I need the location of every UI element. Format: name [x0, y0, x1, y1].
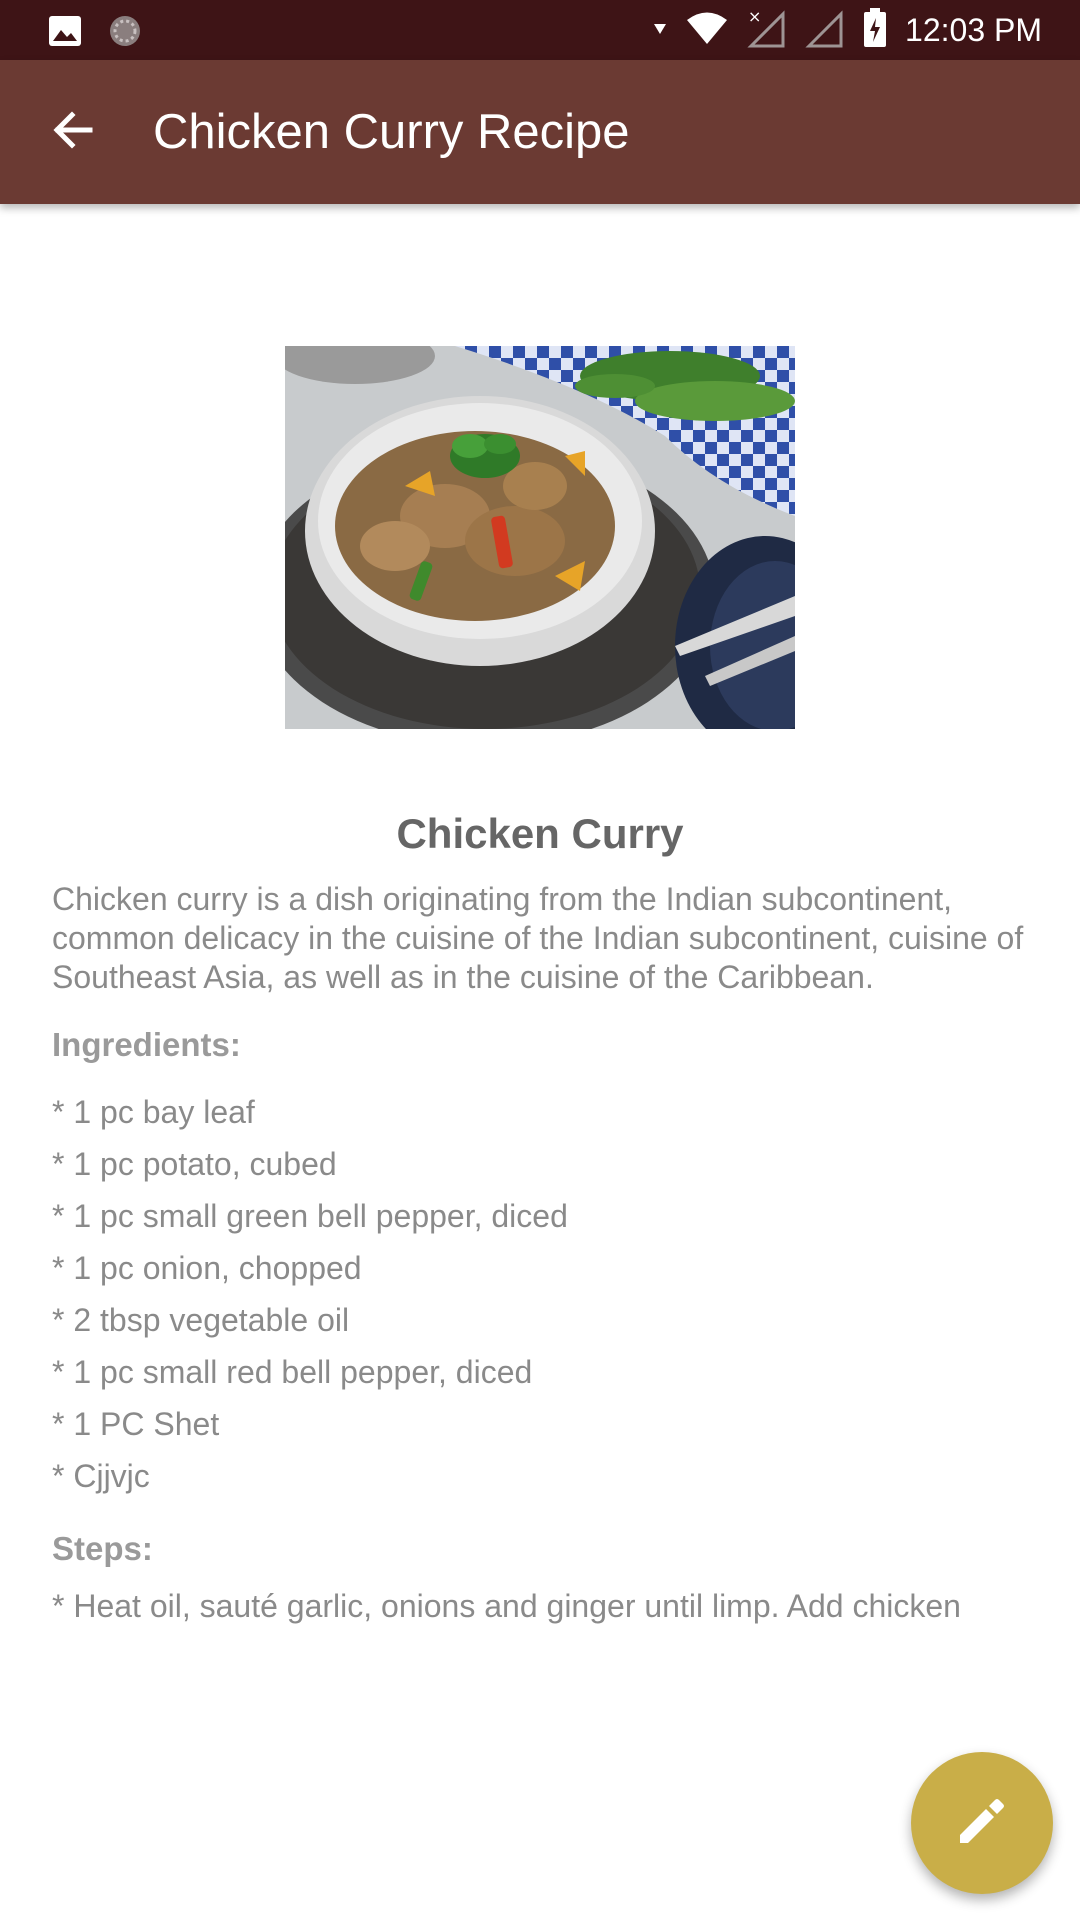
signal-icon: ×	[747, 7, 787, 53]
image-notification-icon	[48, 15, 82, 52]
list-item: * 1 pc potato, cubed	[52, 1146, 337, 1182]
notification-icons	[48, 14, 142, 53]
svg-text:×: ×	[748, 8, 761, 26]
list-item: * 2 tbsp vegetable oil	[52, 1302, 350, 1338]
steps-heading: Steps:	[52, 1530, 153, 1567]
back-button[interactable]	[36, 96, 108, 168]
recipe-image	[285, 346, 795, 729]
recipe-name: Chicken Curry	[396, 810, 684, 857]
step-item: * Heat oil, sauté garlic, onions and gin…	[52, 1588, 961, 1624]
status-bar: × 12:03 PM	[0, 0, 1080, 60]
list-item: * 1 PC Shet	[52, 1406, 220, 1442]
edit-recipe-button[interactable]	[911, 1752, 1053, 1894]
battery-charging-icon	[863, 7, 887, 53]
clock: 12:03 PM	[905, 11, 1042, 48]
signal-icon	[805, 8, 845, 53]
arrow-back-icon	[50, 108, 94, 157]
system-icons: × 12:03 PM	[653, 0, 1042, 60]
wifi-icon	[685, 11, 729, 50]
edit-pencil-icon	[954, 1793, 1010, 1854]
sync-notification-icon	[108, 14, 142, 53]
ingredients-list: * 1 pc bay leaf * 1 pc potato, cubed * 1…	[52, 1086, 568, 1502]
app-bar: Chicken Curry Recipe	[0, 60, 1080, 204]
ingredients-heading: Ingredients:	[52, 1026, 241, 1063]
recipe-content[interactable]: Chicken Curry Chicken curry is a dish or…	[0, 204, 1080, 1636]
list-item: * 1 pc small green bell pepper, diced	[52, 1198, 568, 1234]
arrow-down-icon	[653, 21, 667, 40]
list-item: * 1 pc onion, chopped	[52, 1250, 362, 1286]
list-item: * 1 pc small red bell pepper, diced	[52, 1354, 533, 1390]
list-item: * 1 pc bay leaf	[52, 1094, 255, 1130]
page-title: Chicken Curry Recipe	[153, 105, 630, 159]
recipe-description: Chicken curry is a dish originating from…	[52, 881, 1024, 995]
list-item: * Cjjvjc	[52, 1458, 150, 1494]
